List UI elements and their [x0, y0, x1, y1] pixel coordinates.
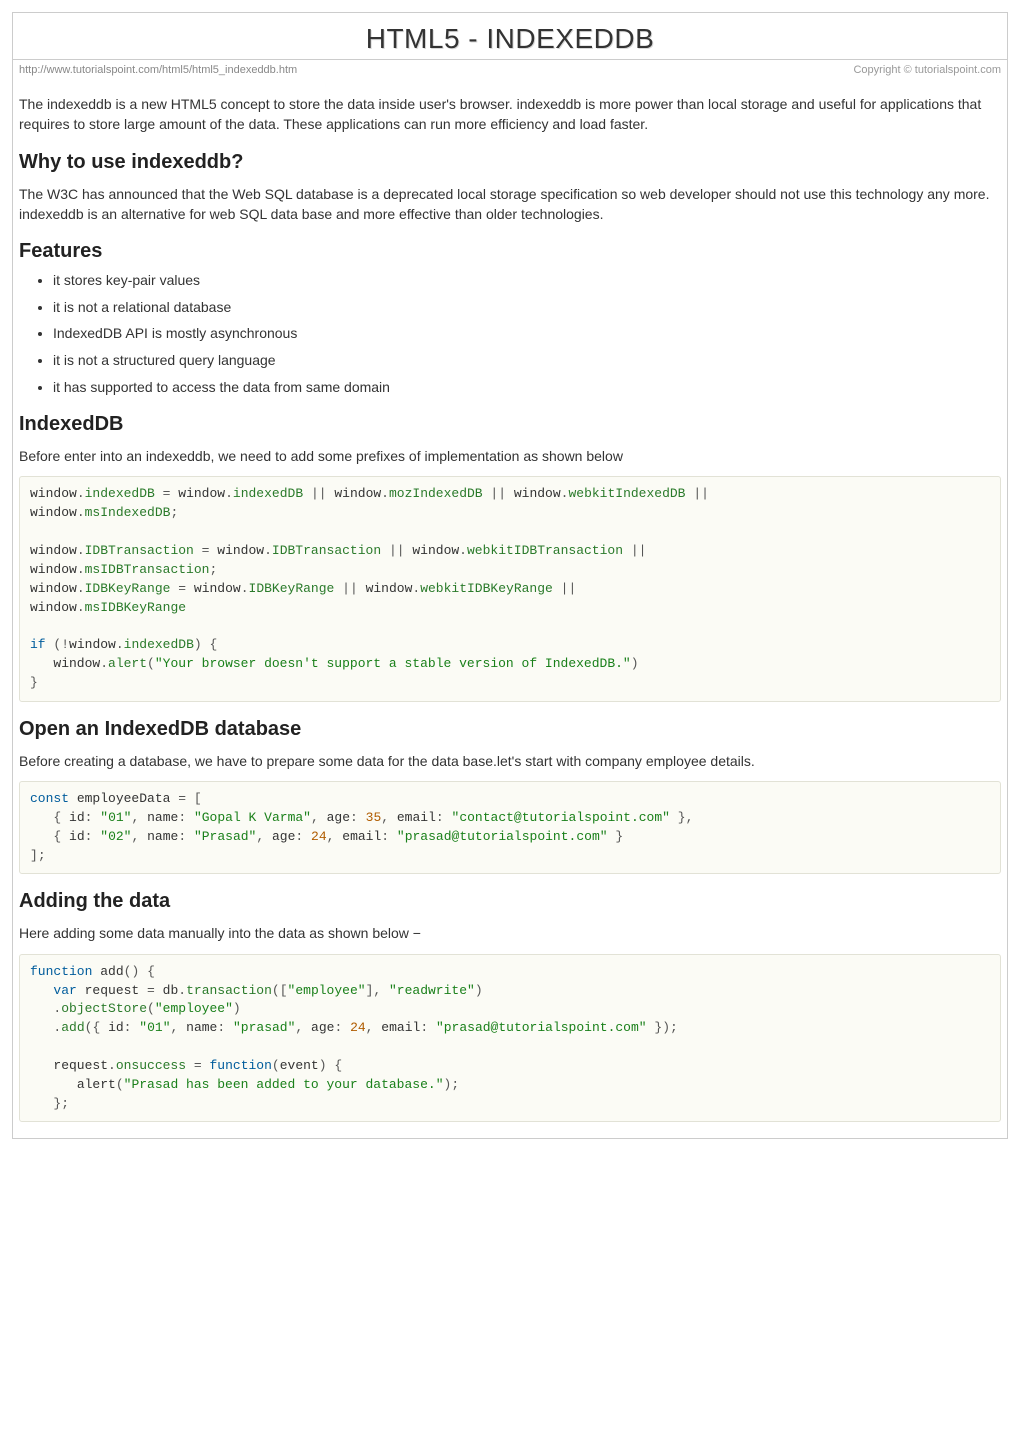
document-page: HTML5 - INDEXEDDB http://www.tutorialspo…: [12, 12, 1008, 1139]
list-item: it is not a relational database: [53, 298, 1001, 318]
why-body: The W3C has announced that the Web SQL d…: [19, 184, 1001, 225]
indexeddb-heading: IndexedDB: [19, 413, 1001, 436]
indexeddb-body: Before enter into an indexeddb, we need …: [19, 446, 1001, 466]
features-list: it stores key-pair values it is not a re…: [53, 271, 1001, 397]
adding-heading: Adding the data: [19, 890, 1001, 913]
why-heading: Why to use indexeddb?: [19, 151, 1001, 174]
open-body: Before creating a database, we have to p…: [19, 751, 1001, 771]
indexeddb-code-block: window.indexedDB = window.indexedDB || w…: [19, 476, 1001, 701]
list-item: it has supported to access the data from…: [53, 378, 1001, 398]
list-item: it stores key-pair values: [53, 271, 1001, 291]
list-item: it is not a structured query language: [53, 351, 1001, 371]
page-url: http://www.tutorialspoint.com/html5/html…: [19, 64, 297, 76]
list-item: IndexedDB API is mostly asynchronous: [53, 324, 1001, 344]
meta-row: http://www.tutorialspoint.com/html5/html…: [13, 60, 1007, 84]
adding-body: Here adding some data manually into the …: [19, 923, 1001, 943]
features-heading: Features: [19, 240, 1001, 263]
open-heading: Open an IndexedDB database: [19, 718, 1001, 741]
title-section: HTML5 - INDEXEDDB: [13, 13, 1007, 60]
page-title: HTML5 - INDEXEDDB: [31, 23, 989, 55]
adding-code-block: function add() { var request = db.transa…: [19, 954, 1001, 1123]
content-area: The indexeddb is a new HTML5 concept to …: [13, 94, 1007, 1138]
intro-paragraph: The indexeddb is a new HTML5 concept to …: [19, 94, 1001, 135]
open-code-block: const employeeData = [ { id: "01", name:…: [19, 781, 1001, 874]
copyright-text: Copyright © tutorialspoint.com: [853, 64, 1001, 76]
